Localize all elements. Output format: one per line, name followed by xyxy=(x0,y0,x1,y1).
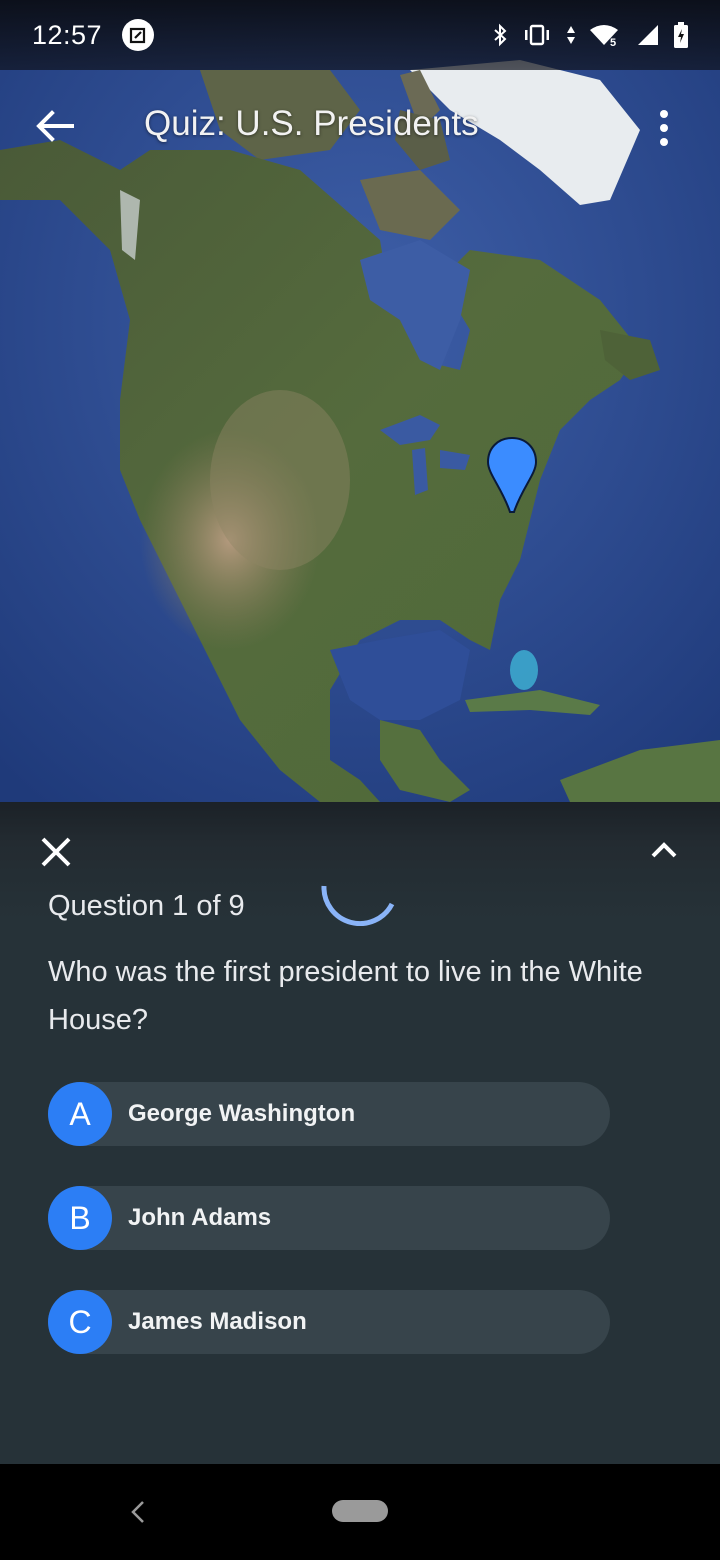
quiz-panel: Question 1 of 9 Who was the first presid… xyxy=(0,802,720,1464)
signal-icon xyxy=(636,23,660,47)
answer-letter-badge: A xyxy=(48,1082,112,1146)
status-bar: 12:57 5 xyxy=(0,0,720,70)
chevron-up-icon[interactable] xyxy=(648,838,680,862)
wifi-badge: 5 xyxy=(610,37,616,47)
answer-option-c[interactable]: C James Madison xyxy=(48,1290,610,1354)
screenshot-edit-icon xyxy=(122,19,155,51)
app-bar: Quiz: U.S. Presidents xyxy=(0,70,720,182)
answer-label: John Adams xyxy=(128,1204,272,1231)
answer-label: James Madison xyxy=(128,1308,307,1335)
page-title: Quiz: U.S. Presidents xyxy=(144,104,479,143)
loading-spinner-icon xyxy=(321,885,395,926)
wifi-icon: 5 xyxy=(590,23,622,47)
nav-back-icon[interactable] xyxy=(128,1500,148,1524)
question-text: Who was the first president to live in t… xyxy=(48,956,643,1036)
vibrate-icon xyxy=(522,23,552,47)
location-pin-icon[interactable] xyxy=(486,436,538,516)
answer-letter-badge: B xyxy=(48,1186,112,1250)
status-time: 12:57 xyxy=(32,19,103,50)
data-arrows-icon xyxy=(566,23,576,47)
answer-letter-badge: C xyxy=(48,1290,112,1354)
question-counter: Question 1 of 9 xyxy=(48,890,245,922)
battery-charging-icon xyxy=(674,22,688,48)
arrow-back-icon[interactable] xyxy=(34,108,78,144)
answer-label: George Washington xyxy=(128,1100,356,1127)
answer-list: A George Washington B John Adams C James… xyxy=(48,1082,610,1394)
answer-option-a[interactable]: A George Washington xyxy=(48,1082,610,1146)
home-pill-icon[interactable] xyxy=(332,1500,388,1522)
close-icon[interactable] xyxy=(38,834,74,870)
bluetooth-icon xyxy=(492,23,508,47)
answer-option-b[interactable]: B John Adams xyxy=(48,1186,610,1250)
more-vert-icon[interactable] xyxy=(650,108,678,148)
